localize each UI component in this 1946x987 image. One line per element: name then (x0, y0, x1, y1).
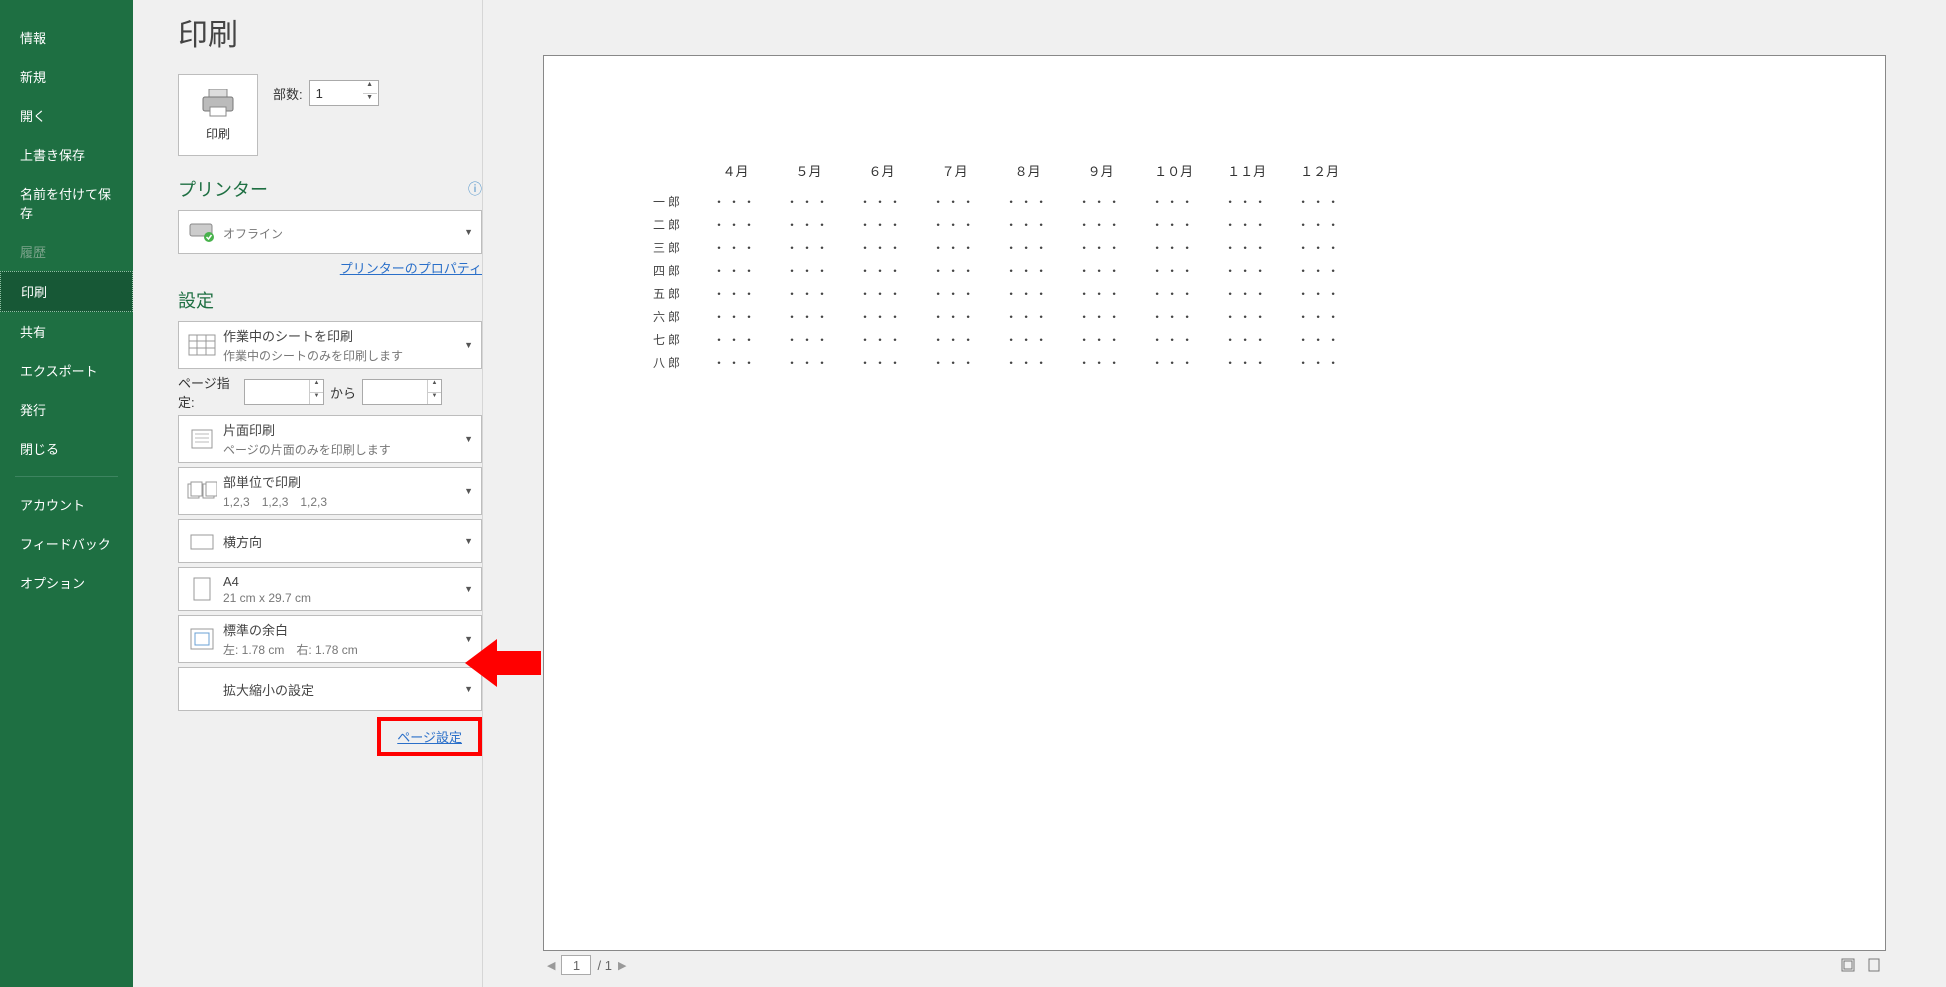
sidebar-item-account[interactable]: アカウント (0, 485, 133, 524)
page-setup-link[interactable]: ページ設定 (397, 730, 462, 745)
next-page-button[interactable]: ▶ (618, 959, 626, 972)
single-side-icon (187, 424, 217, 454)
sidebar-item-new[interactable]: 新規 (0, 57, 133, 96)
annotation-highlight: ページ設定 (377, 717, 482, 756)
print-settings-panel: 印刷 印刷 部数: 1 ▲▼ (133, 0, 483, 987)
copies-input[interactable]: 1 ▲▼ (309, 80, 379, 106)
margins-dropdown[interactable]: 標準の余白 左: 1.78 cm 右: 1.78 cm ▼ (178, 615, 482, 663)
chevron-down-icon: ▼ (464, 227, 473, 237)
print-what-dropdown[interactable]: 作業中のシートを印刷 作業中のシートのみを印刷します ▼ (178, 321, 482, 369)
zoom-to-page-icon[interactable] (1866, 957, 1882, 973)
sheet-icon (187, 330, 217, 360)
orientation-dropdown[interactable]: 横方向 ▼ (178, 519, 482, 563)
printer-dropdown[interactable]: オフライン ▼ (178, 210, 482, 254)
page-from-input[interactable]: ▲▼ (244, 379, 324, 405)
sidebar-item-export[interactable]: エクスポート (0, 351, 133, 390)
sidebar-item-save-as[interactable]: 名前を付けて保存 (0, 174, 133, 232)
info-icon[interactable]: ⓘ (468, 179, 482, 199)
preview-data-table: ４月５月６月７月８月９月１０月１１月１２月一郎・・・・・・・・・・・・・・・・・… (639, 161, 1356, 374)
sides-dropdown[interactable]: 片面印刷 ページの片面のみを印刷します ▼ (178, 415, 482, 463)
sidebar-item-publish[interactable]: 発行 (0, 390, 133, 429)
sidebar-item-share[interactable]: 共有 (0, 312, 133, 351)
collate-dropdown[interactable]: 部単位で印刷 1,2,3 1,2,3 1,2,3 ▼ (178, 467, 482, 515)
printer-properties-link[interactable]: プリンターのプロパティ (178, 258, 482, 277)
sidebar-item-history: 履歴 (0, 232, 133, 271)
margins-icon (187, 624, 217, 654)
paper-size-dropdown[interactable]: A4 21 cm x 29.7 cm ▼ (178, 567, 482, 611)
chevron-down-icon: ▼ (464, 486, 473, 496)
sidebar-item-feedback[interactable]: フィードバック (0, 524, 133, 563)
copies-up[interactable]: ▲ (363, 81, 377, 94)
sidebar-item-options[interactable]: オプション (0, 563, 133, 602)
page-icon (187, 574, 217, 604)
sidebar-item-close[interactable]: 閉じる (0, 429, 133, 468)
chevron-down-icon: ▼ (464, 684, 473, 694)
printer-section-label: プリンター (178, 176, 268, 202)
prev-page-button[interactable]: ◀ (547, 959, 555, 972)
chevron-down-icon: ▼ (464, 634, 473, 644)
sidebar-item-print[interactable]: 印刷 (0, 271, 133, 312)
page-range-label: ページ指定: (178, 373, 238, 411)
page-to-input[interactable]: ▲▼ (362, 379, 442, 405)
current-page-input[interactable]: 1 (561, 955, 591, 975)
sidebar-item-info[interactable]: 情報 (0, 18, 133, 57)
print-button[interactable]: 印刷 (178, 74, 258, 156)
printer-status-icon (187, 217, 217, 247)
chevron-down-icon: ▼ (464, 434, 473, 444)
show-margins-icon[interactable] (1840, 957, 1856, 973)
collate-icon (187, 476, 217, 506)
settings-section-label: 設定 (178, 287, 214, 313)
chevron-down-icon: ▼ (464, 536, 473, 546)
backstage-sidebar: 情報 新規 開く 上書き保存 名前を付けて保存 履歴 印刷 共有 エクスポート … (0, 0, 133, 987)
copies-label: 部数: (273, 84, 303, 103)
print-preview: ４月５月６月７月８月９月１０月１１月１２月一郎・・・・・・・・・・・・・・・・・… (483, 0, 1946, 987)
landscape-icon (187, 526, 217, 556)
chevron-down-icon: ▼ (464, 340, 473, 350)
preview-page: ４月５月６月７月８月９月１０月１１月１２月一郎・・・・・・・・・・・・・・・・・… (543, 55, 1886, 951)
printer-icon (201, 89, 235, 117)
sidebar-item-save[interactable]: 上書き保存 (0, 135, 133, 174)
chevron-down-icon: ▼ (464, 584, 473, 594)
copies-down[interactable]: ▼ (363, 94, 377, 106)
scaling-dropdown[interactable]: 拡大縮小の設定 ▼ (178, 667, 482, 711)
sidebar-item-open[interactable]: 開く (0, 96, 133, 135)
page-title: 印刷 (178, 0, 482, 74)
